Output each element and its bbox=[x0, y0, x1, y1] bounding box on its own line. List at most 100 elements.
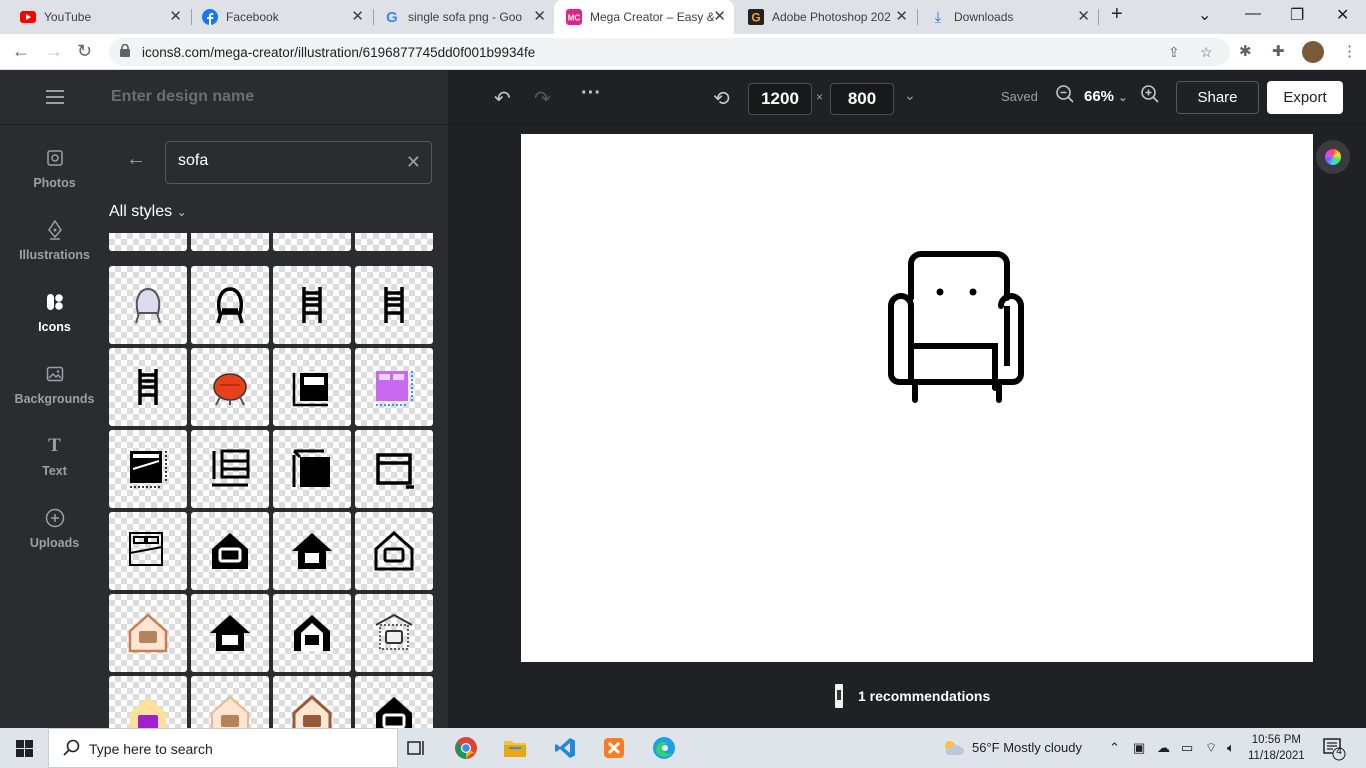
omnibox[interactable]: icons8.com/mega-creator/illustration/619… bbox=[109, 38, 1230, 66]
redo-icon[interactable]: ↷ bbox=[534, 86, 551, 111]
reload-button[interactable]: ↻ bbox=[77, 41, 92, 62]
sofa-dimension-result[interactable] bbox=[273, 430, 351, 508]
sofa-dimension-result[interactable] bbox=[355, 430, 433, 508]
close-tab-icon[interactable]: ✕ bbox=[351, 9, 364, 25]
living-room-color-result[interactable] bbox=[191, 676, 269, 728]
sidebar-item-icons[interactable]: Icons bbox=[0, 290, 109, 334]
living-room-result[interactable] bbox=[273, 594, 351, 672]
sidebar-item-backgrounds[interactable]: Backgrounds bbox=[0, 362, 109, 406]
task-view-icon[interactable] bbox=[402, 734, 430, 762]
sidebar-item-text[interactable]: T Text bbox=[0, 434, 109, 478]
living-room-result[interactable] bbox=[355, 676, 433, 728]
minimize-button[interactable]: — bbox=[1245, 5, 1261, 23]
bed-dimension-result[interactable] bbox=[191, 430, 269, 508]
living-room-color-result[interactable] bbox=[109, 676, 187, 728]
tab-downloads[interactable]: ⤓ Downloads ✕ bbox=[918, 0, 1098, 34]
vscode-icon[interactable] bbox=[551, 734, 579, 762]
sidebar-item-uploads[interactable]: Uploads bbox=[0, 506, 109, 550]
search-input[interactable] bbox=[178, 152, 398, 170]
canvas-height-input[interactable]: 800 bbox=[830, 83, 894, 115]
export-button[interactable]: Export bbox=[1267, 81, 1343, 114]
volume-icon[interactable]: 🔈︎ bbox=[1227, 740, 1235, 756]
share-button[interactable]: Share bbox=[1176, 81, 1259, 114]
back-arrow-icon[interactable]: ← bbox=[126, 148, 146, 171]
chair-result[interactable] bbox=[109, 233, 187, 251]
living-room-result[interactable] bbox=[355, 512, 433, 590]
close-tab-icon[interactable]: ✕ bbox=[713, 9, 726, 25]
design-name-input[interactable]: Enter design name bbox=[111, 88, 254, 106]
armchair-icon[interactable] bbox=[885, 248, 1029, 404]
tab-google-search[interactable]: G single sofa png - Goo ✕ bbox=[372, 0, 554, 34]
canvas-width-input[interactable]: 1200 bbox=[748, 83, 812, 115]
profile-avatar[interactable] bbox=[1302, 41, 1324, 63]
sidebar-item-illustrations[interactable]: Illustrations bbox=[0, 218, 109, 262]
bed-plan-result[interactable] bbox=[109, 512, 187, 590]
living-room-color-result[interactable] bbox=[109, 594, 187, 672]
meet-now-icon[interactable]: ▣ bbox=[1133, 740, 1145, 756]
clear-search-icon[interactable]: ✕ bbox=[406, 152, 421, 173]
close-tab-icon[interactable]: ✕ bbox=[1077, 9, 1090, 25]
design-canvas[interactable] bbox=[521, 134, 1313, 662]
tab-youtube[interactable]: YouTube ✕ bbox=[8, 0, 190, 34]
extension-bug-icon[interactable]: ✱ bbox=[1239, 42, 1252, 60]
xampp-icon[interactable] bbox=[600, 734, 628, 762]
forward-button[interactable]: → bbox=[45, 41, 63, 62]
chair-result[interactable] bbox=[273, 233, 351, 251]
system-clock[interactable]: 10:56 PM 11/18/2021 bbox=[1248, 732, 1305, 764]
share-page-icon[interactable]: ⇪ bbox=[1168, 44, 1180, 61]
chair-result[interactable] bbox=[191, 233, 269, 251]
living-room-result[interactable] bbox=[273, 512, 351, 590]
bookmark-star-icon[interactable]: ☆ bbox=[1200, 44, 1213, 61]
chair-result[interactable] bbox=[273, 266, 351, 344]
armchair-light-result[interactable] bbox=[109, 266, 187, 344]
hamburger-menu-icon[interactable] bbox=[46, 90, 64, 108]
extensions-puzzle-icon[interactable]: ✚ bbox=[1272, 42, 1285, 60]
onedrive-cloud-icon[interactable]: ☁ bbox=[1157, 740, 1170, 756]
bed-dimension-result[interactable] bbox=[355, 348, 433, 426]
wifi-icon[interactable]: ⌔ bbox=[1205, 740, 1217, 756]
size-presets-chevron-icon[interactable]: ⌄ bbox=[904, 87, 916, 104]
chair-result[interactable] bbox=[355, 233, 433, 251]
zoom-out-icon[interactable] bbox=[1055, 84, 1075, 110]
show-hidden-icons-chevron-icon[interactable]: ⌃ bbox=[1109, 740, 1120, 756]
new-tab-button[interactable]: + bbox=[1111, 3, 1123, 26]
living-room-color-result[interactable] bbox=[273, 676, 351, 728]
close-tab-icon[interactable]: ✕ bbox=[895, 9, 908, 25]
close-window-button[interactable]: ✕ bbox=[1336, 5, 1349, 25]
living-room-result[interactable] bbox=[191, 594, 269, 672]
browser-menu-icon[interactable]: ⋮ bbox=[1342, 42, 1357, 60]
chrome-icon[interactable] bbox=[452, 734, 480, 762]
close-tab-icon[interactable]: ✕ bbox=[169, 9, 182, 25]
notification-center-icon[interactable]: 4 bbox=[1322, 737, 1346, 766]
styles-dropdown[interactable]: All styles ⌄ bbox=[109, 203, 187, 221]
chair-result[interactable] bbox=[355, 266, 433, 344]
tab-search-chevron-icon[interactable]: ⌄ bbox=[1198, 5, 1211, 25]
sidebar-item-photos[interactable]: Photos bbox=[0, 146, 109, 190]
recommendations-bar[interactable]: 1 recommendations bbox=[834, 684, 990, 708]
more-options-icon[interactable]: ··· bbox=[581, 82, 601, 105]
bed-plan-result[interactable] bbox=[109, 430, 187, 508]
armchair-black-result[interactable] bbox=[191, 266, 269, 344]
tab-mega-creator[interactable]: MC Mega Creator – Easy & ✕ bbox=[554, 0, 734, 34]
armchair-red-result[interactable] bbox=[191, 348, 269, 426]
zoom-in-icon[interactable] bbox=[1140, 84, 1160, 110]
windows-start-icon[interactable] bbox=[10, 734, 38, 762]
color-picker-button[interactable] bbox=[1316, 140, 1350, 174]
undo-icon[interactable]: ↶ bbox=[494, 86, 511, 111]
back-button[interactable]: ← bbox=[12, 41, 30, 62]
sofa-dimension-result[interactable] bbox=[273, 348, 351, 426]
close-tab-icon[interactable]: ✕ bbox=[533, 9, 546, 25]
chair-result[interactable] bbox=[109, 348, 187, 426]
tab-photoshop[interactable]: G Adobe Photoshop 202 ✕ bbox=[736, 0, 916, 34]
living-room-result[interactable] bbox=[191, 512, 269, 590]
living-room-sketch-result[interactable] bbox=[355, 594, 433, 672]
battery-icon[interactable]: ▭ bbox=[1181, 740, 1193, 756]
edge-icon[interactable] bbox=[650, 734, 678, 762]
resize-rotate-icon[interactable]: ⟲ bbox=[713, 86, 730, 111]
tab-facebook[interactable]: Facebook ✕ bbox=[190, 0, 372, 34]
file-explorer-icon[interactable] bbox=[501, 734, 529, 762]
restore-button[interactable]: ❐ bbox=[1290, 5, 1304, 25]
weather-text[interactable]: 56°F Mostly cloudy bbox=[972, 740, 1082, 755]
taskbar-search-box[interactable]: Type here to search bbox=[48, 728, 398, 768]
zoom-level[interactable]: 66% ⌄ bbox=[1084, 88, 1127, 105]
